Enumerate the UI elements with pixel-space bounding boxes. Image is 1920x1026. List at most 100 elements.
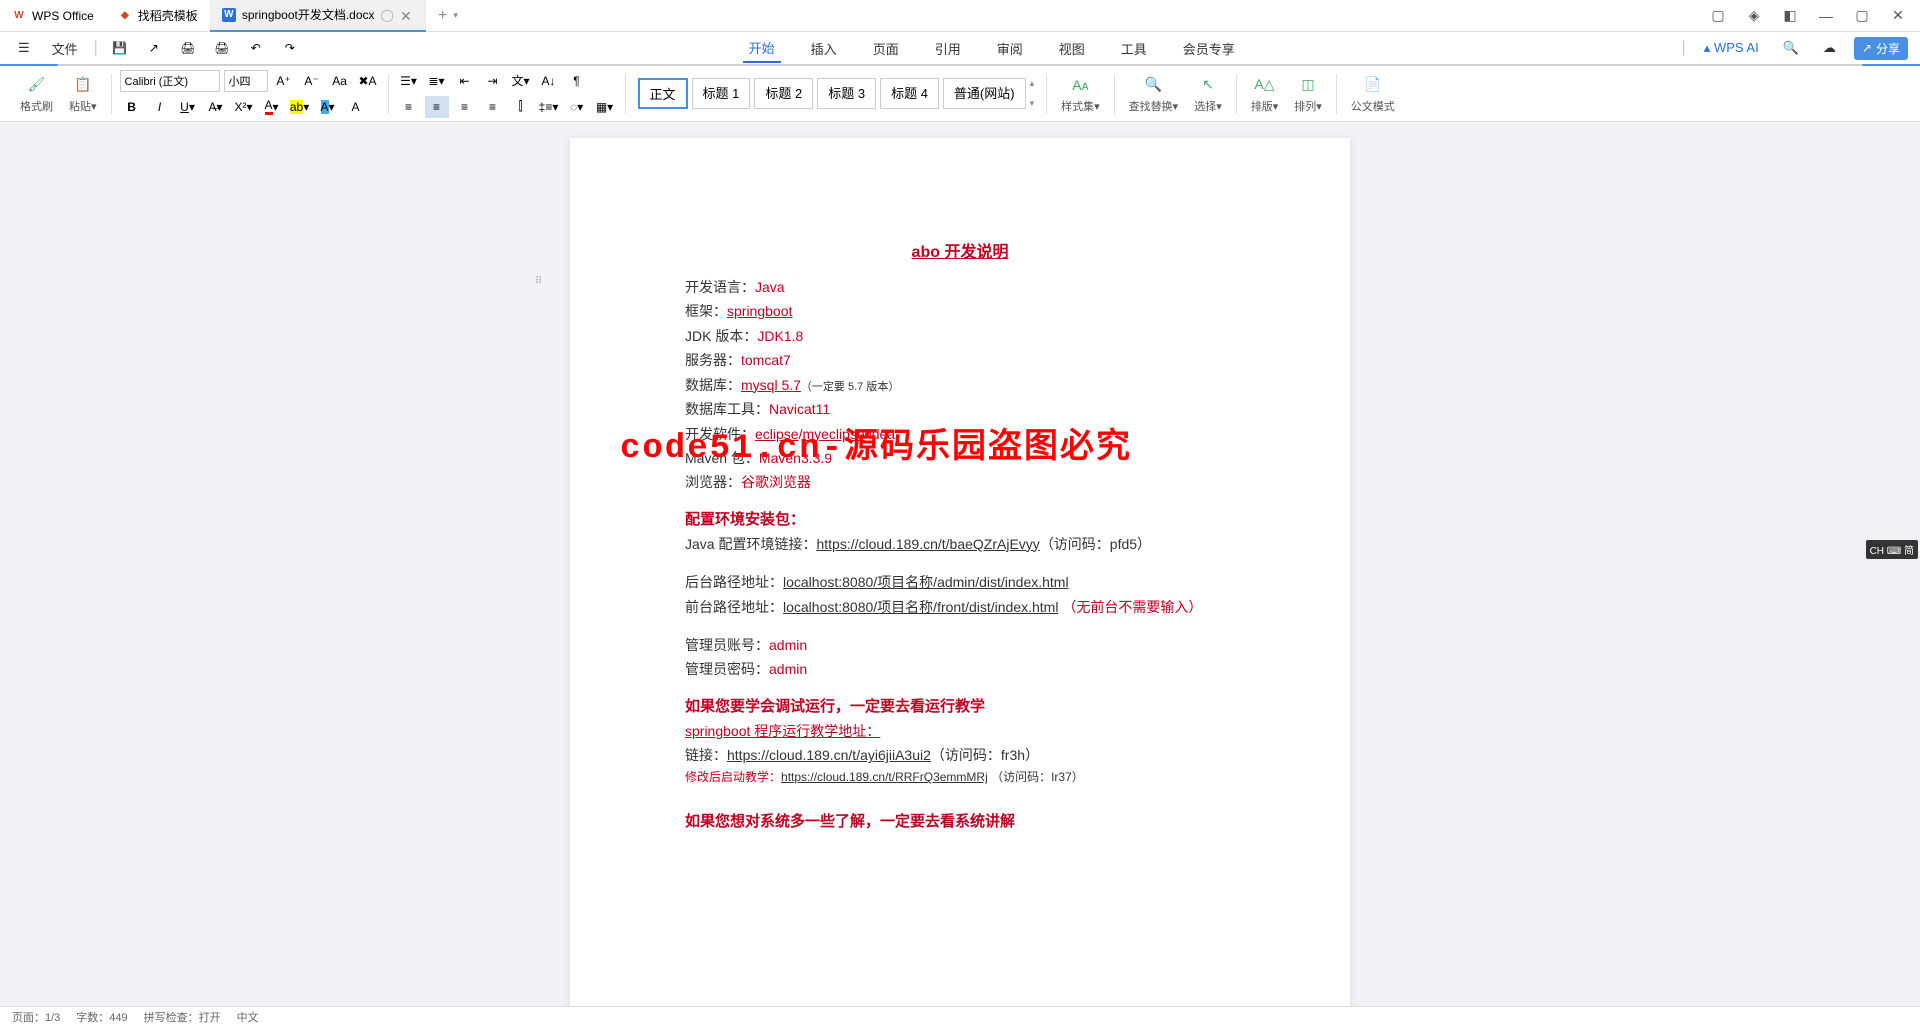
fix-code: （访问码：Ir37） <box>988 770 1084 784</box>
page: ⠿ abo 开发说明 开发语言：Java 框架：springboot JDK 版… <box>570 138 1350 1006</box>
file-menu[interactable]: 文件 <box>46 35 84 62</box>
style-body[interactable]: 正文 <box>638 78 688 109</box>
sort-button[interactable]: A↓ <box>537 70 561 92</box>
text-direction-button[interactable]: 文▾ <box>509 70 533 92</box>
hamburger-icon[interactable]: ☰ <box>12 36 36 60</box>
tab-member[interactable]: 会员专享 <box>1177 35 1241 62</box>
highlight-button[interactable]: ab▾ <box>288 96 312 118</box>
tab-review[interactable]: 审阅 <box>991 35 1029 62</box>
style-h2[interactable]: 标题 2 <box>754 78 813 109</box>
italic-button[interactable]: I <box>148 96 172 118</box>
select-button[interactable]: ↖选择▾ <box>1188 72 1228 116</box>
server-value: tomcat7 <box>741 352 791 368</box>
maximize-button[interactable]: ▢ <box>1848 2 1876 30</box>
char-border-button[interactable]: A <box>344 96 368 118</box>
status-page[interactable]: 页面：1/3 <box>12 1009 60 1025</box>
close-button[interactable]: ✕ <box>1884 2 1912 30</box>
font-name-select[interactable] <box>120 70 220 92</box>
share-button[interactable]: ↗ 分享 <box>1854 37 1908 60</box>
print-preview-icon[interactable]: 🖨 <box>210 37 234 59</box>
env-link[interactable]: https://cloud.189.cn/t/baeQZrAjEvyy <box>816 536 1039 552</box>
find-replace-button[interactable]: 🔍查找替换▾ <box>1123 72 1185 116</box>
shading-button[interactable]: A▾ <box>316 96 340 118</box>
print-icon[interactable]: 🖨 <box>176 37 200 59</box>
close-icon[interactable]: ✕ <box>400 8 414 22</box>
link2-code: （访问码：fr3h） <box>931 747 1039 763</box>
align-left-button[interactable]: ≡ <box>397 96 421 118</box>
style-h4[interactable]: 标题 4 <box>880 78 939 109</box>
align-right-button[interactable]: ≡ <box>453 96 477 118</box>
status-words[interactable]: 字数：449 <box>76 1009 127 1025</box>
bullets-button[interactable]: ☰▾ <box>397 70 421 92</box>
tab-view[interactable]: 视图 <box>1053 35 1091 62</box>
underline-button[interactable]: U▾ <box>176 96 200 118</box>
style-h1[interactable]: 标题 1 <box>692 78 751 109</box>
export-icon[interactable]: ↗ <box>142 37 166 59</box>
ime-indicator[interactable]: CH ⌨ 简 <box>1866 540 1918 559</box>
tab-start[interactable]: 开始 <box>743 34 781 63</box>
sort-layout-button[interactable]: A△排版▾ <box>1245 72 1285 116</box>
link2-label: 链接： <box>685 747 727 763</box>
clear-format-icon[interactable]: ✖A <box>356 70 380 92</box>
borders-button[interactable]: ▦▾ <box>593 96 617 118</box>
arrange-button[interactable]: ◫排列▾ <box>1288 72 1328 116</box>
tab-reference[interactable]: 引用 <box>929 35 967 62</box>
font-color-button[interactable]: A▾ <box>260 96 284 118</box>
admin-pass-value: admin <box>769 661 807 677</box>
tab-insert[interactable]: 插入 <box>805 35 843 62</box>
format-painter-button[interactable]: 🖌 格式刷 <box>14 72 59 116</box>
paste-button[interactable]: 📋 粘贴▾ <box>63 72 103 116</box>
tab-tools[interactable]: 工具 <box>1115 35 1153 62</box>
redo-icon[interactable]: ↷ <box>278 37 302 59</box>
bold-button[interactable]: B <box>120 96 144 118</box>
change-case-icon[interactable]: Aa <box>328 70 352 92</box>
wps-ai-button[interactable]: ▴ WPS AI <box>1698 36 1765 60</box>
jdk-value: JDK1.8 <box>757 328 803 344</box>
distribute-button[interactable]: ⫿ <box>509 96 533 118</box>
tab-document[interactable]: W springboot开发文档.docx ◯ ✕ <box>210 0 426 32</box>
decrease-indent-button[interactable]: ⇤ <box>453 70 477 92</box>
framework-label: 框架： <box>685 303 727 319</box>
align-center-button[interactable]: ≡ <box>425 96 449 118</box>
style-set-button[interactable]: Aᴀ样式集▾ <box>1055 72 1106 116</box>
increase-indent-button[interactable]: ⇥ <box>481 70 505 92</box>
dbtool-value: Navicat11 <box>769 401 830 417</box>
doc-mode-button[interactable]: 📄公文模式 <box>1345 72 1401 116</box>
avatar-icon[interactable]: ◧ <box>1776 2 1804 30</box>
style-scroll[interactable]: ▴▾ <box>1030 78 1035 109</box>
style-h3[interactable]: 标题 3 <box>817 78 876 109</box>
justify-button[interactable]: ≡ <box>481 96 505 118</box>
jdk-label: JDK 版本： <box>685 328 757 344</box>
undo-icon[interactable]: ↶ <box>244 37 268 59</box>
tab-wps-office[interactable]: W WPS Office <box>0 0 106 32</box>
fix-link[interactable]: https://cloud.189.cn/t/RRFrQ3emmMRj <box>781 770 988 784</box>
frontend-value: localhost:8080/项目名称/front/dist/index.htm… <box>783 599 1058 615</box>
style-normal[interactable]: 普通(网站) <box>943 78 1026 109</box>
tab-page[interactable]: 页面 <box>867 35 905 62</box>
status-spellcheck[interactable]: 拼写检查：打开 <box>144 1009 221 1025</box>
backend-label: 后台路径地址： <box>685 574 783 590</box>
font-size-select[interactable] <box>224 70 268 92</box>
tab-templates[interactable]: ◆ 找稻壳模板 <box>106 0 210 32</box>
document-canvas[interactable]: ⠿ abo 开发说明 开发语言：Java 框架：springboot JDK 版… <box>0 124 1920 1006</box>
superscript-button[interactable]: X²▾ <box>232 96 256 118</box>
numbering-button[interactable]: ≣▾ <box>425 70 449 92</box>
save-icon[interactable]: 💾 <box>108 37 132 59</box>
line-spacing-button[interactable]: ‡≡▾ <box>537 96 561 118</box>
status-language[interactable]: 中文 <box>237 1009 259 1025</box>
cloud-icon[interactable]: ☁ <box>1817 36 1842 60</box>
show-marks-button[interactable]: ¶ <box>565 70 589 92</box>
search-icon[interactable]: 🔍 <box>1777 36 1805 60</box>
link2-value[interactable]: https://cloud.189.cn/t/ayi6jiiA3ui2 <box>727 747 931 763</box>
increase-font-icon[interactable]: A⁺ <box>272 70 296 92</box>
decrease-font-icon[interactable]: A⁻ <box>300 70 324 92</box>
package-icon[interactable]: ◈ <box>1740 2 1768 30</box>
tab-add[interactable]: + ▾ <box>426 0 470 32</box>
fill-color-button[interactable]: ◌▾ <box>565 96 589 118</box>
minimize-button[interactable]: — <box>1812 2 1840 30</box>
drag-handle-icon[interactable]: ⠿ <box>535 276 544 287</box>
tab-overview-icon[interactable]: ▢ <box>1704 2 1732 30</box>
plus-icon: + <box>438 7 447 25</box>
brush-icon: 🖌 <box>26 74 48 96</box>
strike-button[interactable]: A̶▾ <box>204 96 228 118</box>
